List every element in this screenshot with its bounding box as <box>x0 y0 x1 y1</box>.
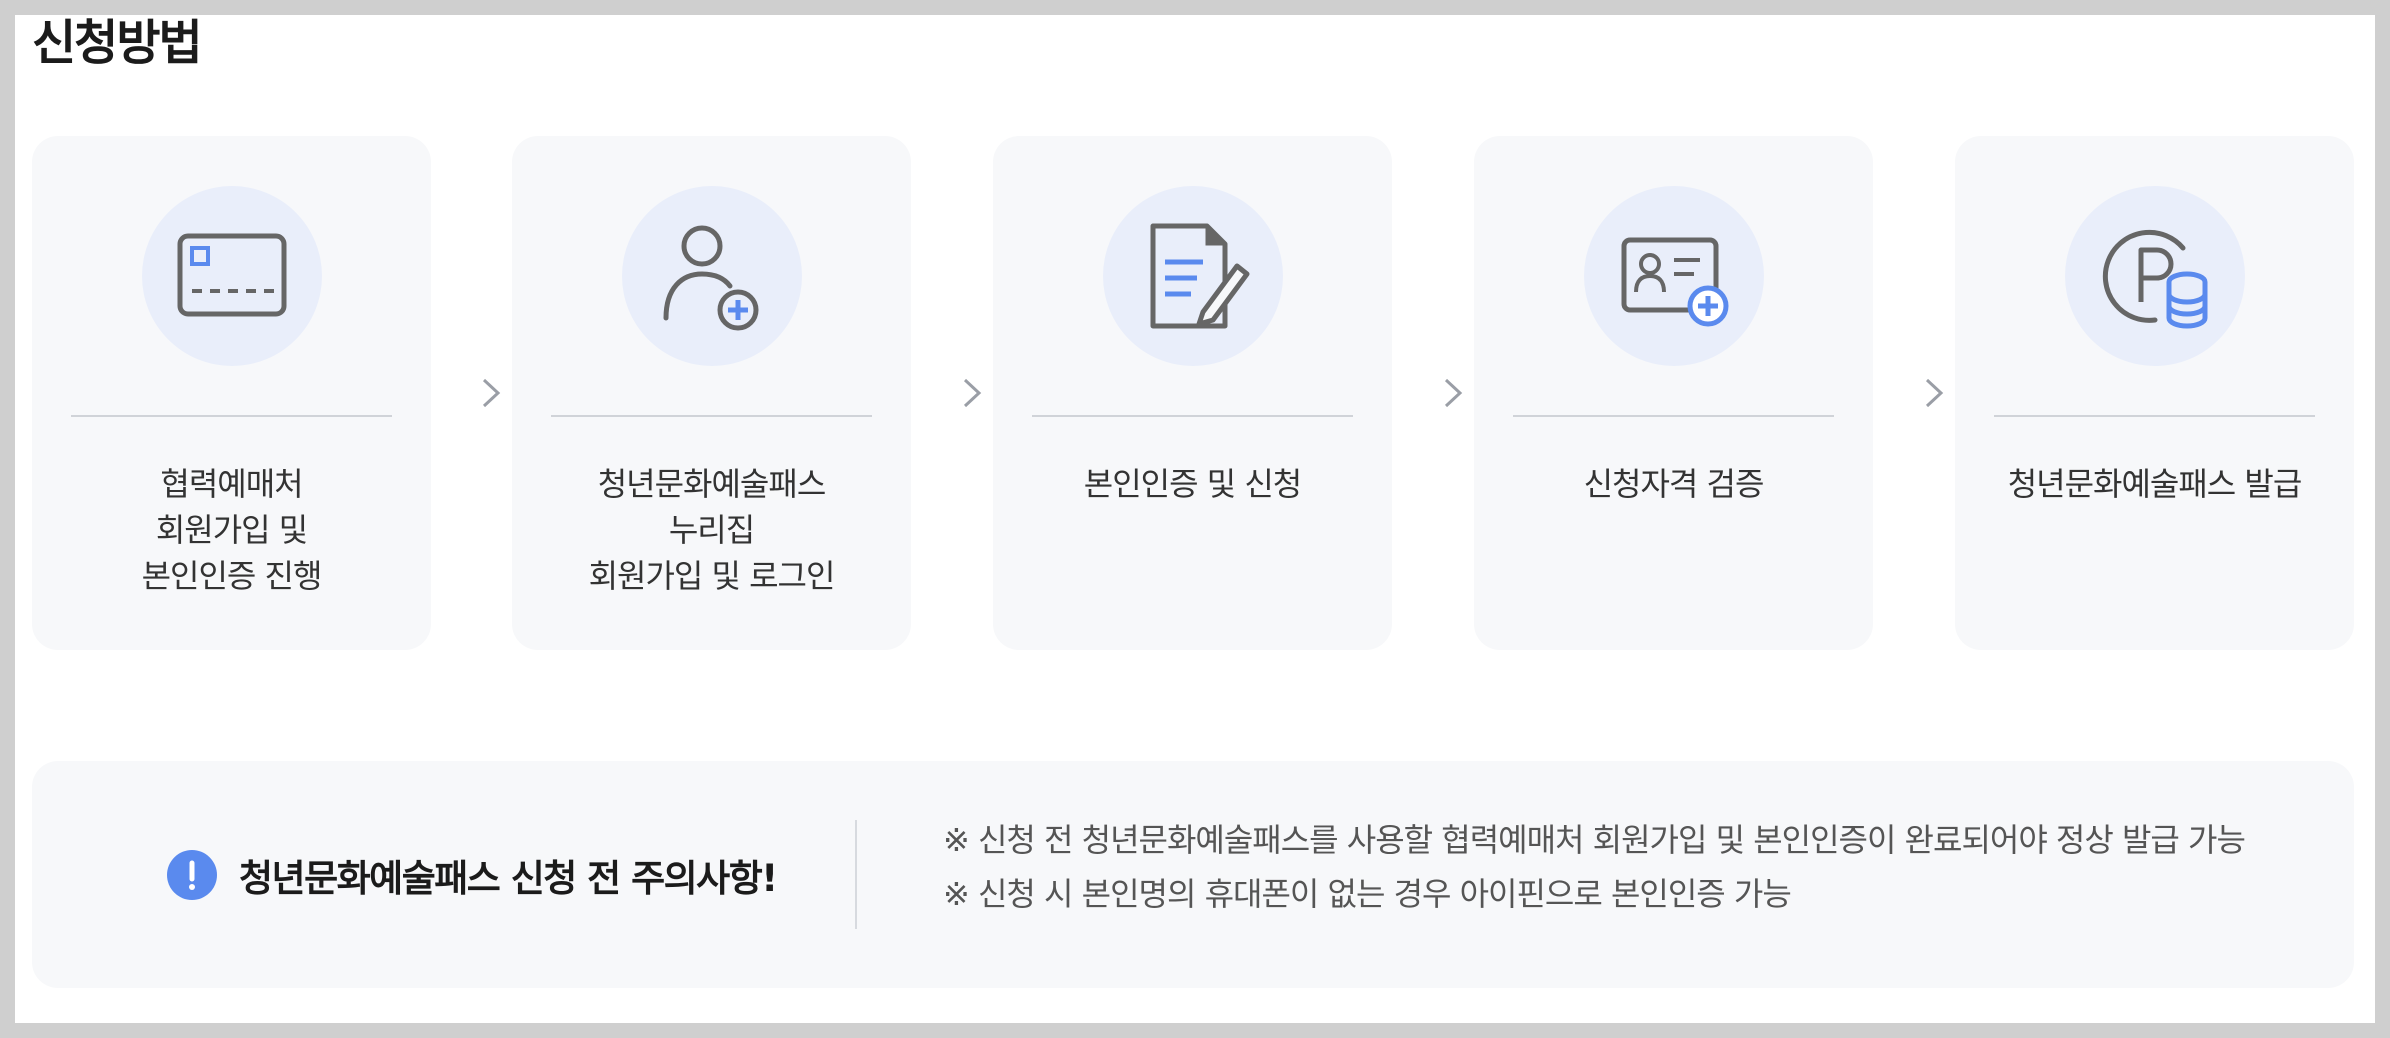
step-card-1: 협력예매처 회원가입 및 본인인증 진행 <box>32 136 431 650</box>
chevron-right-icon <box>1433 376 1473 416</box>
step-divider <box>1994 415 2315 417</box>
step-divider <box>71 415 392 417</box>
id-card-add-icon <box>1584 186 1764 366</box>
step-list: 협력예매처 회원가입 및 본인인증 진행 청년문화예술패스 누리집 회원가입 및… <box>32 136 2354 650</box>
page-title: 신청방법 <box>32 15 203 71</box>
chevron-right-icon <box>952 376 992 416</box>
notice-item: ※ 신청 전 청년문화예술패스를 사용할 협력예매처 회원가입 및 본인인증이 … <box>943 821 2246 859</box>
step-label: 청년문화예술패스 누리집 회원가입 및 로그인 <box>588 465 836 595</box>
step-card-5: 청년문화예술패스 발급 <box>1955 136 2354 650</box>
application-method-section: 신청방법 협력예매처 회원가입 및 본인인증 진행 청년문화예술패스 누리집 회… <box>15 15 2375 1023</box>
chevron-right-icon <box>471 376 511 416</box>
point-coins-icon <box>2065 186 2245 366</box>
step-card-3: 본인인증 및 신청 <box>993 136 1392 650</box>
step-card-2: 청년문화예술패스 누리집 회원가입 및 로그인 <box>512 136 911 650</box>
credit-card-icon <box>142 186 322 366</box>
step-label: 협력예매처 회원가입 및 본인인증 진행 <box>141 465 323 595</box>
notice-item: ※ 신청 시 본인명의 휴대폰이 없는 경우 아이핀으로 본인인증 가능 <box>943 875 1792 913</box>
exclamation-icon <box>167 849 217 900</box>
notice-list: ※ 신청 전 청년문화예술패스를 사용할 협력예매처 회원가입 및 본인인증이 … <box>943 813 2246 921</box>
notice-header: 청년문화예술패스 신청 전 주의사항! <box>167 761 778 988</box>
notice-box: 청년문화예술패스 신청 전 주의사항! ※ 신청 전 청년문화예술패스를 사용할… <box>32 761 2354 988</box>
chevron-right-icon <box>1914 376 1954 416</box>
document-edit-icon <box>1103 186 1283 366</box>
step-card-4: 신청자격 검증 <box>1474 136 1873 650</box>
user-add-icon <box>622 186 802 366</box>
step-label: 청년문화예술패스 발급 <box>2007 465 2303 503</box>
step-label: 신청자격 검증 <box>1583 465 1765 503</box>
step-divider <box>1513 415 1834 417</box>
step-label: 본인인증 및 신청 <box>1083 465 1302 503</box>
step-divider <box>551 415 872 417</box>
step-divider <box>1032 415 1353 417</box>
notice-divider <box>855 820 857 929</box>
notice-title: 청년문화예술패스 신청 전 주의사항! <box>239 856 778 900</box>
